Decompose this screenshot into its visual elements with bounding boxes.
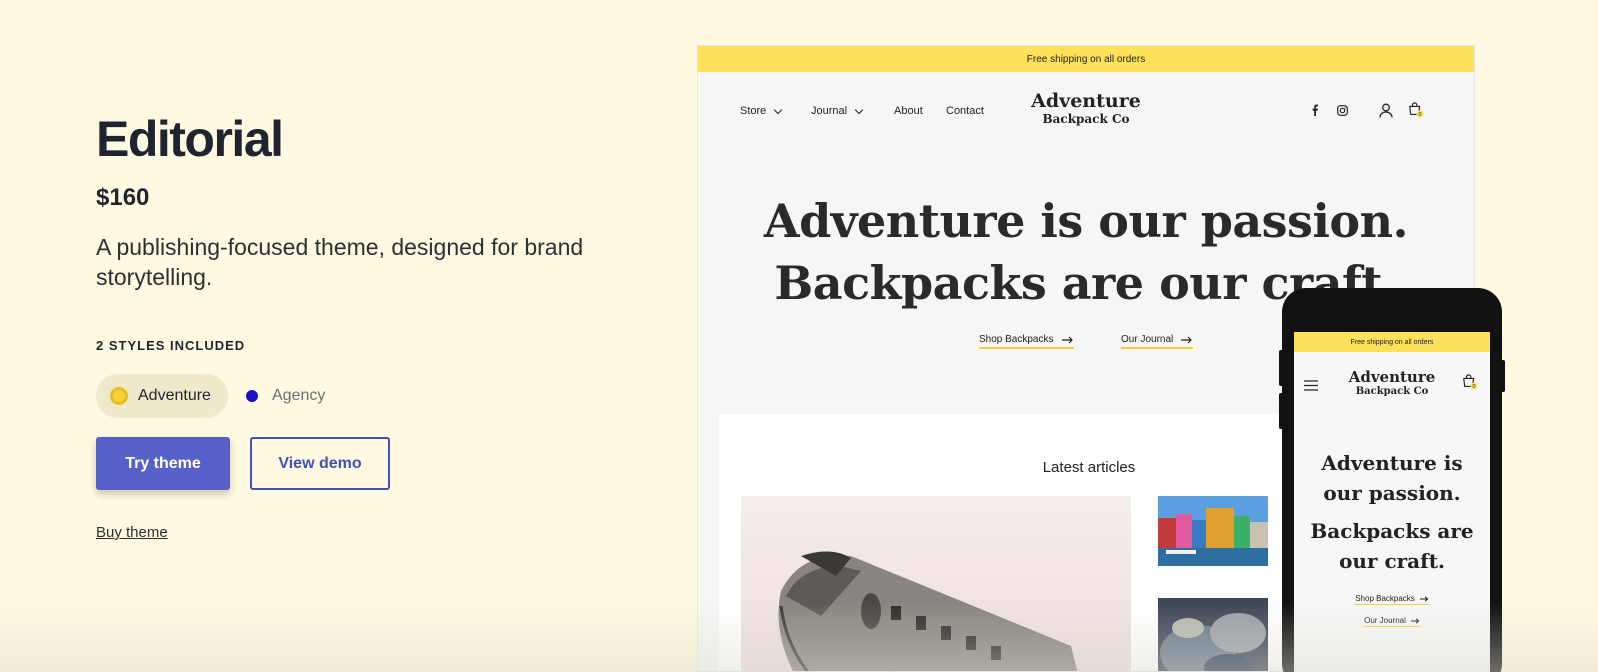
article-image-gear[interactable] [1158, 598, 1268, 671]
try-theme-button[interactable]: Try theme [96, 437, 230, 490]
style-option-adventure[interactable]: Adventure [96, 374, 228, 418]
style-option-label: Adventure [138, 387, 211, 404]
hero-text: our craft. [1339, 549, 1445, 573]
mobile-hero-line2: Backpacks are our craft. [1294, 516, 1490, 576]
hero-text: Backpacks are [1310, 519, 1474, 543]
mobile-announcement-bar: Free shipping on all orders [1294, 332, 1490, 352]
theme-description: A publishing-focused theme, designed for… [96, 234, 584, 290]
article-image-houses[interactable] [1158, 496, 1268, 566]
hero-text: our passion. [1323, 481, 1461, 505]
mobile-hero-line1: Adventure is our passion. [1294, 448, 1490, 508]
logo-line1: Adventure [1348, 368, 1436, 386]
link-label: Our Journal [1121, 334, 1174, 345]
our-journal-link[interactable]: Our Journal [1121, 334, 1194, 349]
style-swatch-icon [110, 387, 128, 405]
style-option-agency[interactable]: Agency [246, 374, 325, 418]
instagram-icon[interactable] [1334, 102, 1350, 118]
mobile-preview: Free shipping on all orders Adventure Ba… [1279, 288, 1505, 672]
store-logo[interactable]: Adventure Backpack Co [698, 90, 1474, 126]
cart-icon[interactable]: 0 [1408, 102, 1424, 118]
arrow-right-icon [1061, 336, 1073, 343]
article-image-plane[interactable] [741, 496, 1131, 671]
hero-heading-line1: Adventure is our passion. [763, 194, 1409, 248]
mobile-nav: Adventure Backpack Co 0 [1294, 352, 1490, 412]
phone-side-button [1501, 360, 1505, 392]
mobile-shop-backpacks-link[interactable]: Shop Backpacks [1294, 594, 1490, 605]
facebook-icon[interactable] [1307, 102, 1323, 118]
cart-icon[interactable]: 0 [1462, 374, 1478, 395]
store-nav: Store Journal About Contact Adventure Ba… [698, 72, 1474, 152]
logo-line2: Backpack Co [1042, 112, 1130, 126]
cart-count: 0 [1419, 112, 1422, 118]
view-demo-button[interactable]: View demo [250, 437, 390, 490]
mobile-store-logo[interactable]: Adventure Backpack Co [1294, 370, 1490, 397]
hero-text: Adventure is [1321, 451, 1463, 475]
arrow-right-icon [1181, 336, 1193, 343]
mobile-screen: Free shipping on all orders Adventure Ba… [1294, 332, 1490, 672]
cart-count: 0 [1473, 384, 1476, 390]
mobile-our-journal-link[interactable]: Our Journal [1294, 616, 1490, 627]
theme-title: Editorial [96, 111, 284, 167]
announcement-bar: Free shipping on all orders [698, 46, 1474, 72]
logo-line2: Backpack Co [1355, 386, 1429, 397]
arrow-right-icon [1410, 617, 1420, 624]
logo-line1: Adventure [1031, 90, 1141, 112]
arrow-right-icon [1419, 595, 1429, 602]
account-icon[interactable] [1378, 102, 1394, 118]
link-label: Our Journal [1364, 616, 1406, 625]
phone-side-button [1279, 350, 1283, 386]
link-label: Shop Backpacks [1355, 594, 1415, 603]
shop-backpacks-link[interactable]: Shop Backpacks [979, 334, 1074, 349]
style-swatch-icon [246, 390, 258, 402]
phone-side-button [1279, 393, 1283, 429]
styles-label: 2 STYLES INCLUDED [96, 338, 246, 353]
style-option-label: Agency [272, 387, 326, 404]
link-label: Shop Backpacks [979, 334, 1054, 345]
buy-theme-link[interactable]: Buy theme [96, 524, 168, 541]
theme-price: $160 [96, 184, 150, 211]
